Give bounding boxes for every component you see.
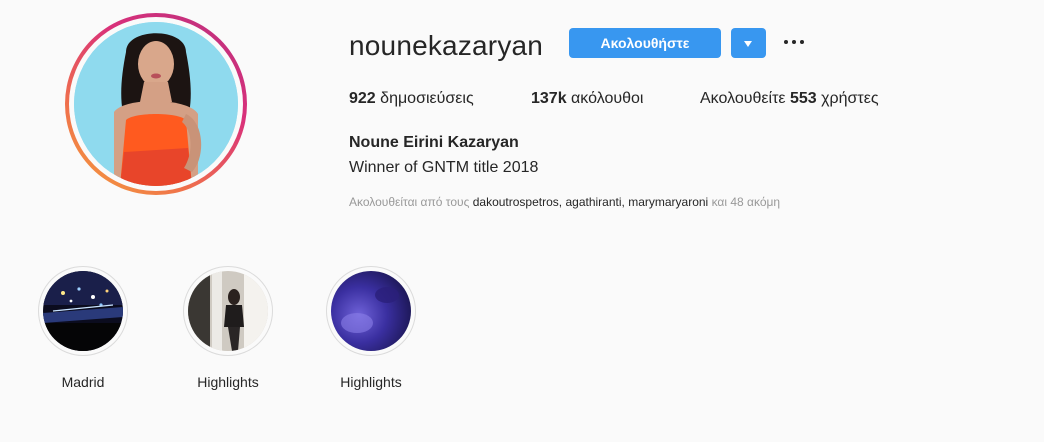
profile-avatar[interactable] <box>74 22 238 186</box>
highlight-cover-ring[interactable] <box>183 266 273 356</box>
highlight-label[interactable]: Highlights <box>323 373 419 391</box>
follow-button[interactable]: Ακολουθήστε <box>569 28 721 58</box>
followers-stat[interactable]: 137k ακόλουθοι <box>531 88 643 110</box>
options-button[interactable] <box>782 34 806 50</box>
highlight-cover-image <box>43 271 123 351</box>
profile-full-name: Noune Eirini Kazaryan <box>349 134 519 151</box>
highlight-cover-person-room <box>188 271 268 351</box>
highlight-cover-blurred-purple <box>331 271 411 351</box>
story-highlight[interactable]: Madrid <box>35 266 131 391</box>
avatar-image <box>74 22 238 186</box>
highlight-cover-ring[interactable] <box>38 266 128 356</box>
followers-count: 137k <box>531 90 567 107</box>
highlight-cover-image <box>331 271 411 351</box>
suggested-accounts-dropdown-button[interactable] <box>731 28 766 58</box>
followed-by-suffix: και 48 ακόμη <box>711 195 781 209</box>
ellipsis-icon <box>784 40 788 44</box>
highlight-cover-ring[interactable] <box>326 266 416 356</box>
triangle-down-icon <box>744 41 752 47</box>
posts-label: δημοσιεύσεις <box>380 90 474 107</box>
followed-by-separator: , <box>621 195 625 209</box>
followed-by-account[interactable]: agathiranti <box>565 195 621 209</box>
story-highlight[interactable]: Highlights <box>180 266 276 391</box>
story-highlight[interactable]: Highlights <box>323 266 419 391</box>
followed-by-prefix: Ακολουθείται από τους <box>349 195 470 209</box>
highlight-label[interactable]: Highlights <box>180 373 276 391</box>
ellipsis-icon-dot <box>800 40 804 44</box>
ellipsis-icon-dot <box>792 40 796 44</box>
profile-bio: Winner of GNTM title 2018 <box>349 159 539 176</box>
highlight-cover-city-lights <box>43 271 123 351</box>
avatar-ring-gap <box>69 17 243 191</box>
followed-by-account[interactable]: marymaryaroni <box>628 195 708 209</box>
highlight-cover-image <box>188 271 268 351</box>
posts-count: 922 <box>349 90 376 107</box>
following-suffix: χρήστες <box>821 90 879 107</box>
following-stat[interactable]: Ακολουθείτε 553 χρήστες <box>700 88 879 110</box>
followed-by-separator: , <box>558 195 563 209</box>
profile-avatar-story-ring[interactable] <box>65 13 247 195</box>
followers-label: ακόλουθοι <box>571 90 644 107</box>
profile-page: nounekazaryan Ακολουθήστε 922 δημοσιεύσε… <box>0 0 1044 442</box>
followed-by-account[interactable]: dakoutrospetros <box>473 195 559 209</box>
profile-username: nounekazaryan <box>349 30 544 61</box>
following-prefix: Ακολουθείτε <box>700 90 786 107</box>
followed-by-line[interactable]: Ακολουθείται από τους dakoutrospetros, a… <box>349 194 780 210</box>
following-count: 553 <box>789 90 817 107</box>
posts-stat: 922 δημοσιεύσεις <box>349 88 474 110</box>
highlight-label[interactable]: Madrid <box>35 373 131 391</box>
